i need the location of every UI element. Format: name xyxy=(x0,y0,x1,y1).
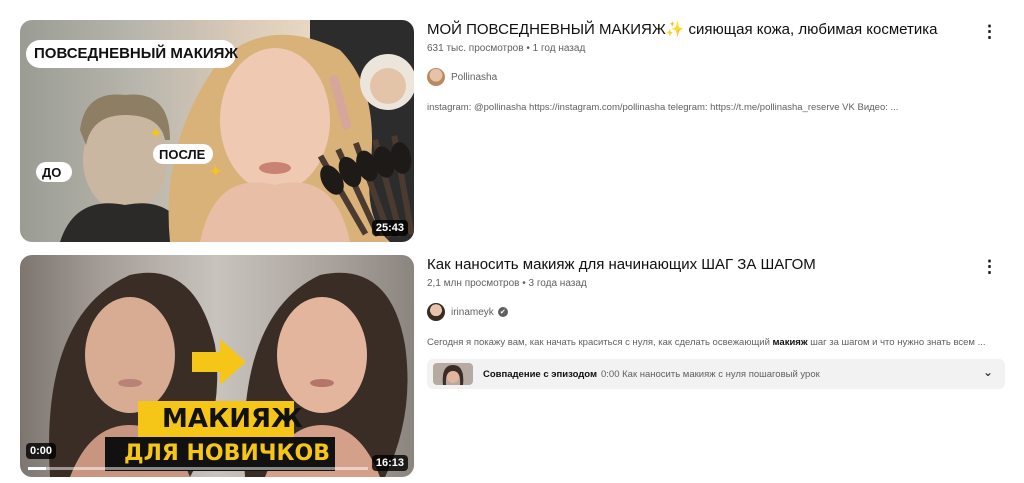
more-options-icon[interactable]: ⋮ xyxy=(981,22,998,42)
description-highlight: макияж xyxy=(772,337,808,348)
chapter-thumbnail xyxy=(433,363,473,385)
video-thumbnail[interactable]: ПОВСЕДНЕВНЫЙ МАКИЯЖ ДО ПОСЛЕ ✦ ✦ 25:43 xyxy=(20,20,414,242)
video-description: Сегодня я покажу вам, как начать красить… xyxy=(427,337,987,348)
sparkle-icon: ✦ xyxy=(210,163,222,179)
description-text: Сегодня я покажу вам, как начать красить… xyxy=(427,337,773,348)
verified-icon: ✔ xyxy=(497,307,508,317)
chapter-detail: 0:00 Как наносить макияж с нуля пошаговы… xyxy=(601,368,820,380)
chevron-down-icon[interactable]: ⌄ xyxy=(983,365,993,379)
more-options-icon[interactable]: ⋮ xyxy=(981,257,998,277)
sparkle-icon: ✦ xyxy=(150,125,162,141)
video-progress-time: 0:00 xyxy=(26,443,57,459)
video-duration: 25:43 xyxy=(371,220,408,236)
search-result-2[interactable]: МАКИЯЖ ДЛЯ НОВИЧКОВ 0:00 16:13 Как нанос… xyxy=(20,255,1010,477)
chapter-label: Совпадение с эпизодом xyxy=(483,368,597,380)
thumbnail-before-text: ДО xyxy=(42,165,62,180)
channel-avatar[interactable] xyxy=(427,303,445,321)
video-meta: 2,1 млн просмотров • 3 года назад xyxy=(427,278,587,289)
search-result-1[interactable]: ПОВСЕДНЕВНЫЙ МАКИЯЖ ДО ПОСЛЕ ✦ ✦ 25:43 М… xyxy=(20,20,1010,242)
video-thumbnail[interactable]: МАКИЯЖ ДЛЯ НОВИЧКОВ 0:00 16:13 xyxy=(20,255,414,477)
video-title[interactable]: Как наносить макияж для начинающих ШАГ З… xyxy=(427,255,987,275)
video-description: instagram: @pollinasha https://instagram… xyxy=(427,102,899,113)
chapter-match[interactable]: Совпадение с эпизодом 0:00 Как наносить … xyxy=(427,359,1005,389)
thumbnail-banner-text: ПОВСЕДНЕВНЫЙ МАКИЯЖ xyxy=(34,45,238,62)
channel-row[interactable]: Pollinasha xyxy=(427,68,987,86)
channel-name[interactable]: Pollinasha xyxy=(451,72,497,83)
thumbnail-title-line2: ДЛЯ НОВИЧКОВ xyxy=(124,441,330,466)
channel-avatar[interactable] xyxy=(427,68,445,86)
video-info: МОЙ ПОВСЕДНЕВНЫЙ МАКИЯЖ✨ сияющая кожа, л… xyxy=(427,20,987,113)
thumbnail-title-line1: МАКИЯЖ xyxy=(162,404,303,434)
video-meta: 631 тыс. просмотров • 1 год назад xyxy=(427,43,586,54)
thumbnail-after-text: ПОСЛЕ xyxy=(159,147,206,162)
chapter-thumbnail-illustration xyxy=(442,365,464,385)
description-text: шаг за шагом и что нужно знать всем ... xyxy=(807,337,986,348)
video-title[interactable]: МОЙ ПОВСЕДНЕВНЫЙ МАКИЯЖ✨ сияющая кожа, л… xyxy=(427,20,987,40)
channel-row[interactable]: irinameyk ✔ xyxy=(427,303,987,321)
video-duration: 16:13 xyxy=(371,455,408,471)
video-info: Как наносить макияж для начинающих ШАГ З… xyxy=(427,255,1005,389)
channel-name[interactable]: irinameyk xyxy=(451,307,494,318)
